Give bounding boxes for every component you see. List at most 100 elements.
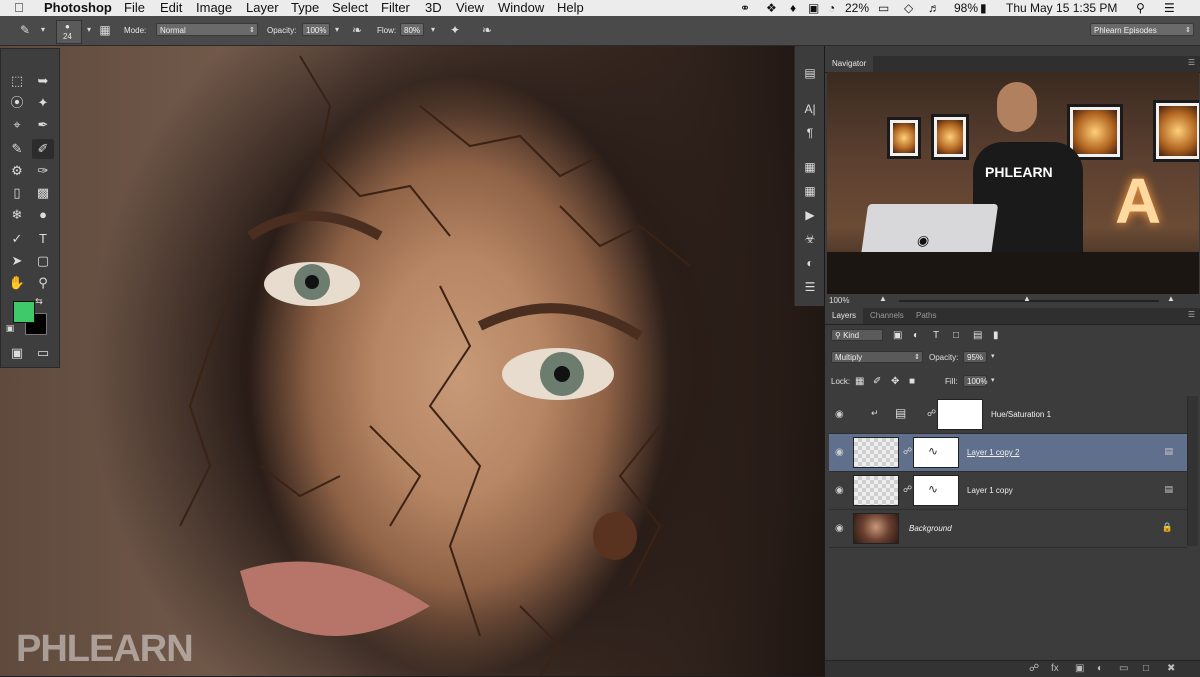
fill-field[interactable]: 100%: [963, 375, 987, 387]
foreground-color-swatch[interactable]: [13, 301, 35, 323]
layer-row-layer-1-copy[interactable]: ◉ ☍ ∿ Layer 1 copy ▤: [829, 472, 1187, 510]
layer-opacity-field[interactable]: 95%: [963, 351, 987, 363]
layer-row-layer-1-copy-2[interactable]: ◉ ☍ ∿ Layer 1 copy 2 ▤: [829, 434, 1187, 472]
dodge-tool-icon[interactable]: ●: [32, 205, 54, 225]
lock-position-icon[interactable]: ✥: [891, 376, 899, 387]
adjustments-panel-icon[interactable]: ◐: [801, 254, 819, 272]
menu-image[interactable]: Image: [196, 0, 232, 16]
filter-smart-object-icon[interactable]: ▤: [973, 330, 982, 341]
character-panel-icon[interactable]: A|: [801, 100, 819, 118]
path-selection-tool-icon[interactable]: ➤: [6, 251, 28, 271]
layer-opacity-dropdown-icon[interactable]: ▾: [991, 352, 995, 360]
quick-mask-icon[interactable]: ▣: [6, 343, 28, 363]
airbrush-icon[interactable]: ✦: [448, 23, 462, 37]
tab-layers[interactable]: Layers: [825, 308, 864, 324]
filter-shape-icon[interactable]: □: [953, 330, 959, 341]
new-adjustment-icon[interactable]: ◐: [1097, 663, 1103, 674]
brush-tool-icon[interactable]: ✐: [32, 139, 54, 159]
volume-icon[interactable]: ♬: [928, 0, 940, 16]
evernote-icon[interactable]: ♦: [790, 0, 796, 16]
layer-thumbnail[interactable]: [853, 475, 899, 506]
eraser-tool-icon[interactable]: ▯: [6, 183, 28, 203]
healing-brush-tool-icon[interactable]: ✎: [6, 139, 28, 159]
notification-center-icon[interactable]: ☰: [1164, 0, 1175, 16]
swatches-panel-icon[interactable]: ▦: [801, 182, 819, 200]
flow-field[interactable]: 80%: [400, 23, 424, 36]
zoom-out-icon[interactable]: ▲: [879, 294, 887, 303]
history-panel-icon[interactable]: ▤: [801, 64, 819, 82]
blend-mode-select[interactable]: Multiply ⇕: [831, 351, 923, 363]
battery-icon[interactable]: ▮: [980, 0, 987, 16]
paragraph-panel-icon[interactable]: ¶: [801, 124, 819, 142]
magic-wand-tool-icon[interactable]: ✦: [32, 93, 54, 113]
spotlight-icon[interactable]: ⚲: [1136, 0, 1145, 16]
navigator-zoom-value[interactable]: 100%: [829, 296, 849, 305]
airplay-icon[interactable]: ▭: [878, 0, 889, 16]
history-brush-tool-icon[interactable]: ✑: [32, 161, 54, 181]
visibility-eye-icon[interactable]: ◉: [835, 409, 844, 420]
layer-name[interactable]: Layer 1 copy 2: [967, 448, 1019, 457]
opacity-dropdown-icon[interactable]: ▾: [330, 23, 344, 37]
tab-paths[interactable]: Paths: [909, 308, 943, 324]
menu-3d[interactable]: 3D: [425, 0, 442, 16]
menu-filter[interactable]: Filter: [381, 0, 410, 16]
brush-size-dropdown-icon[interactable]: ▾: [82, 23, 96, 37]
layer-mask-thumbnail[interactable]: ∿: [913, 475, 959, 506]
menu-file[interactable]: File: [124, 0, 145, 16]
move-tool-icon[interactable]: ➥: [32, 71, 54, 91]
wifi-icon[interactable]: ◇: [904, 0, 913, 16]
zoom-tool-icon[interactable]: ⚲: [32, 273, 54, 293]
menu-layer[interactable]: Layer: [246, 0, 279, 16]
pressure-opacity-icon[interactable]: ❧: [350, 23, 364, 37]
clock[interactable]: Thu May 15 1:35 PM: [1006, 0, 1117, 16]
new-layer-icon[interactable]: □: [1143, 663, 1149, 674]
brush-tool-preset-icon[interactable]: ✎: [18, 23, 32, 37]
pen-tool-icon[interactable]: ✓: [6, 229, 28, 249]
background-thumbnail[interactable]: [853, 513, 899, 544]
filter-toggle-icon[interactable]: ▮: [993, 330, 999, 341]
layers-scrollbar[interactable]: [1187, 396, 1198, 546]
lasso-tool-icon[interactable]: ⦿: [6, 93, 28, 113]
menu-select[interactable]: Select: [332, 0, 368, 16]
navigator-menu-icon[interactable]: ☰: [1188, 58, 1195, 67]
menu-view[interactable]: View: [456, 0, 484, 16]
shape-tool-icon[interactable]: ▢: [32, 251, 54, 271]
filter-kind-select[interactable]: ⚲ Kind: [831, 329, 883, 341]
document-canvas[interactable]: PHLEARN: [0, 46, 824, 676]
type-tool-icon[interactable]: T: [32, 229, 54, 249]
apple-icon[interactable]: : [14, 0, 24, 16]
mask-link-icon[interactable]: ☍: [903, 446, 912, 457]
gradient-tool-icon[interactable]: ▩: [32, 183, 54, 203]
layer-style-icon[interactable]: fx: [1051, 663, 1059, 674]
lock-icon[interactable]: 🔒: [1162, 522, 1173, 533]
properties-panel-icon[interactable]: ☰: [801, 278, 819, 296]
delete-layer-icon[interactable]: ✖: [1167, 663, 1175, 674]
visibility-eye-icon[interactable]: ◉: [835, 485, 844, 496]
flow-dropdown-icon[interactable]: ▾: [426, 23, 440, 37]
hand-tool-icon[interactable]: ✋: [6, 273, 28, 293]
layer-row-hue-saturation[interactable]: ◉ ↵ ▤ ☍ Hue/Saturation 1: [829, 396, 1187, 434]
filter-type-icon[interactable]: T: [933, 330, 939, 341]
zoom-in-icon[interactable]: ▲: [1167, 294, 1175, 303]
dropbox-icon[interactable]: ❖: [766, 0, 777, 16]
zoom-slider-thumb[interactable]: ▲: [1023, 294, 1031, 303]
marquee-tool-icon[interactable]: ⬚: [6, 71, 28, 91]
menu-type[interactable]: Type: [291, 0, 319, 16]
add-mask-icon[interactable]: ▣: [1075, 663, 1084, 674]
lock-transparency-icon[interactable]: ▦: [855, 376, 864, 387]
visibility-eye-icon[interactable]: ◉: [835, 523, 844, 534]
clone-source-icon[interactable]: ☣: [801, 230, 819, 248]
creative-cloud-icon[interactable]: ⚭: [740, 0, 750, 16]
menu-edit[interactable]: Edit: [160, 0, 182, 16]
visibility-eye-icon[interactable]: ◉: [835, 447, 844, 458]
preset-dropdown-icon[interactable]: ▾: [36, 23, 50, 37]
menu-window[interactable]: Window: [498, 0, 544, 16]
clone-stamp-tool-icon[interactable]: ⚙: [6, 161, 28, 181]
crop-tool-icon[interactable]: ⌖: [6, 115, 28, 135]
link-layers-icon[interactable]: ☍: [1029, 663, 1039, 674]
default-colors-icon[interactable]: ▣: [3, 321, 17, 335]
app-menu[interactable]: Photoshop: [44, 0, 112, 16]
workspace-select[interactable]: Phlearn Episodes ⇕: [1090, 23, 1194, 36]
filter-adjustment-icon[interactable]: ◐: [913, 330, 919, 341]
layers-menu-icon[interactable]: ☰: [1188, 310, 1195, 319]
